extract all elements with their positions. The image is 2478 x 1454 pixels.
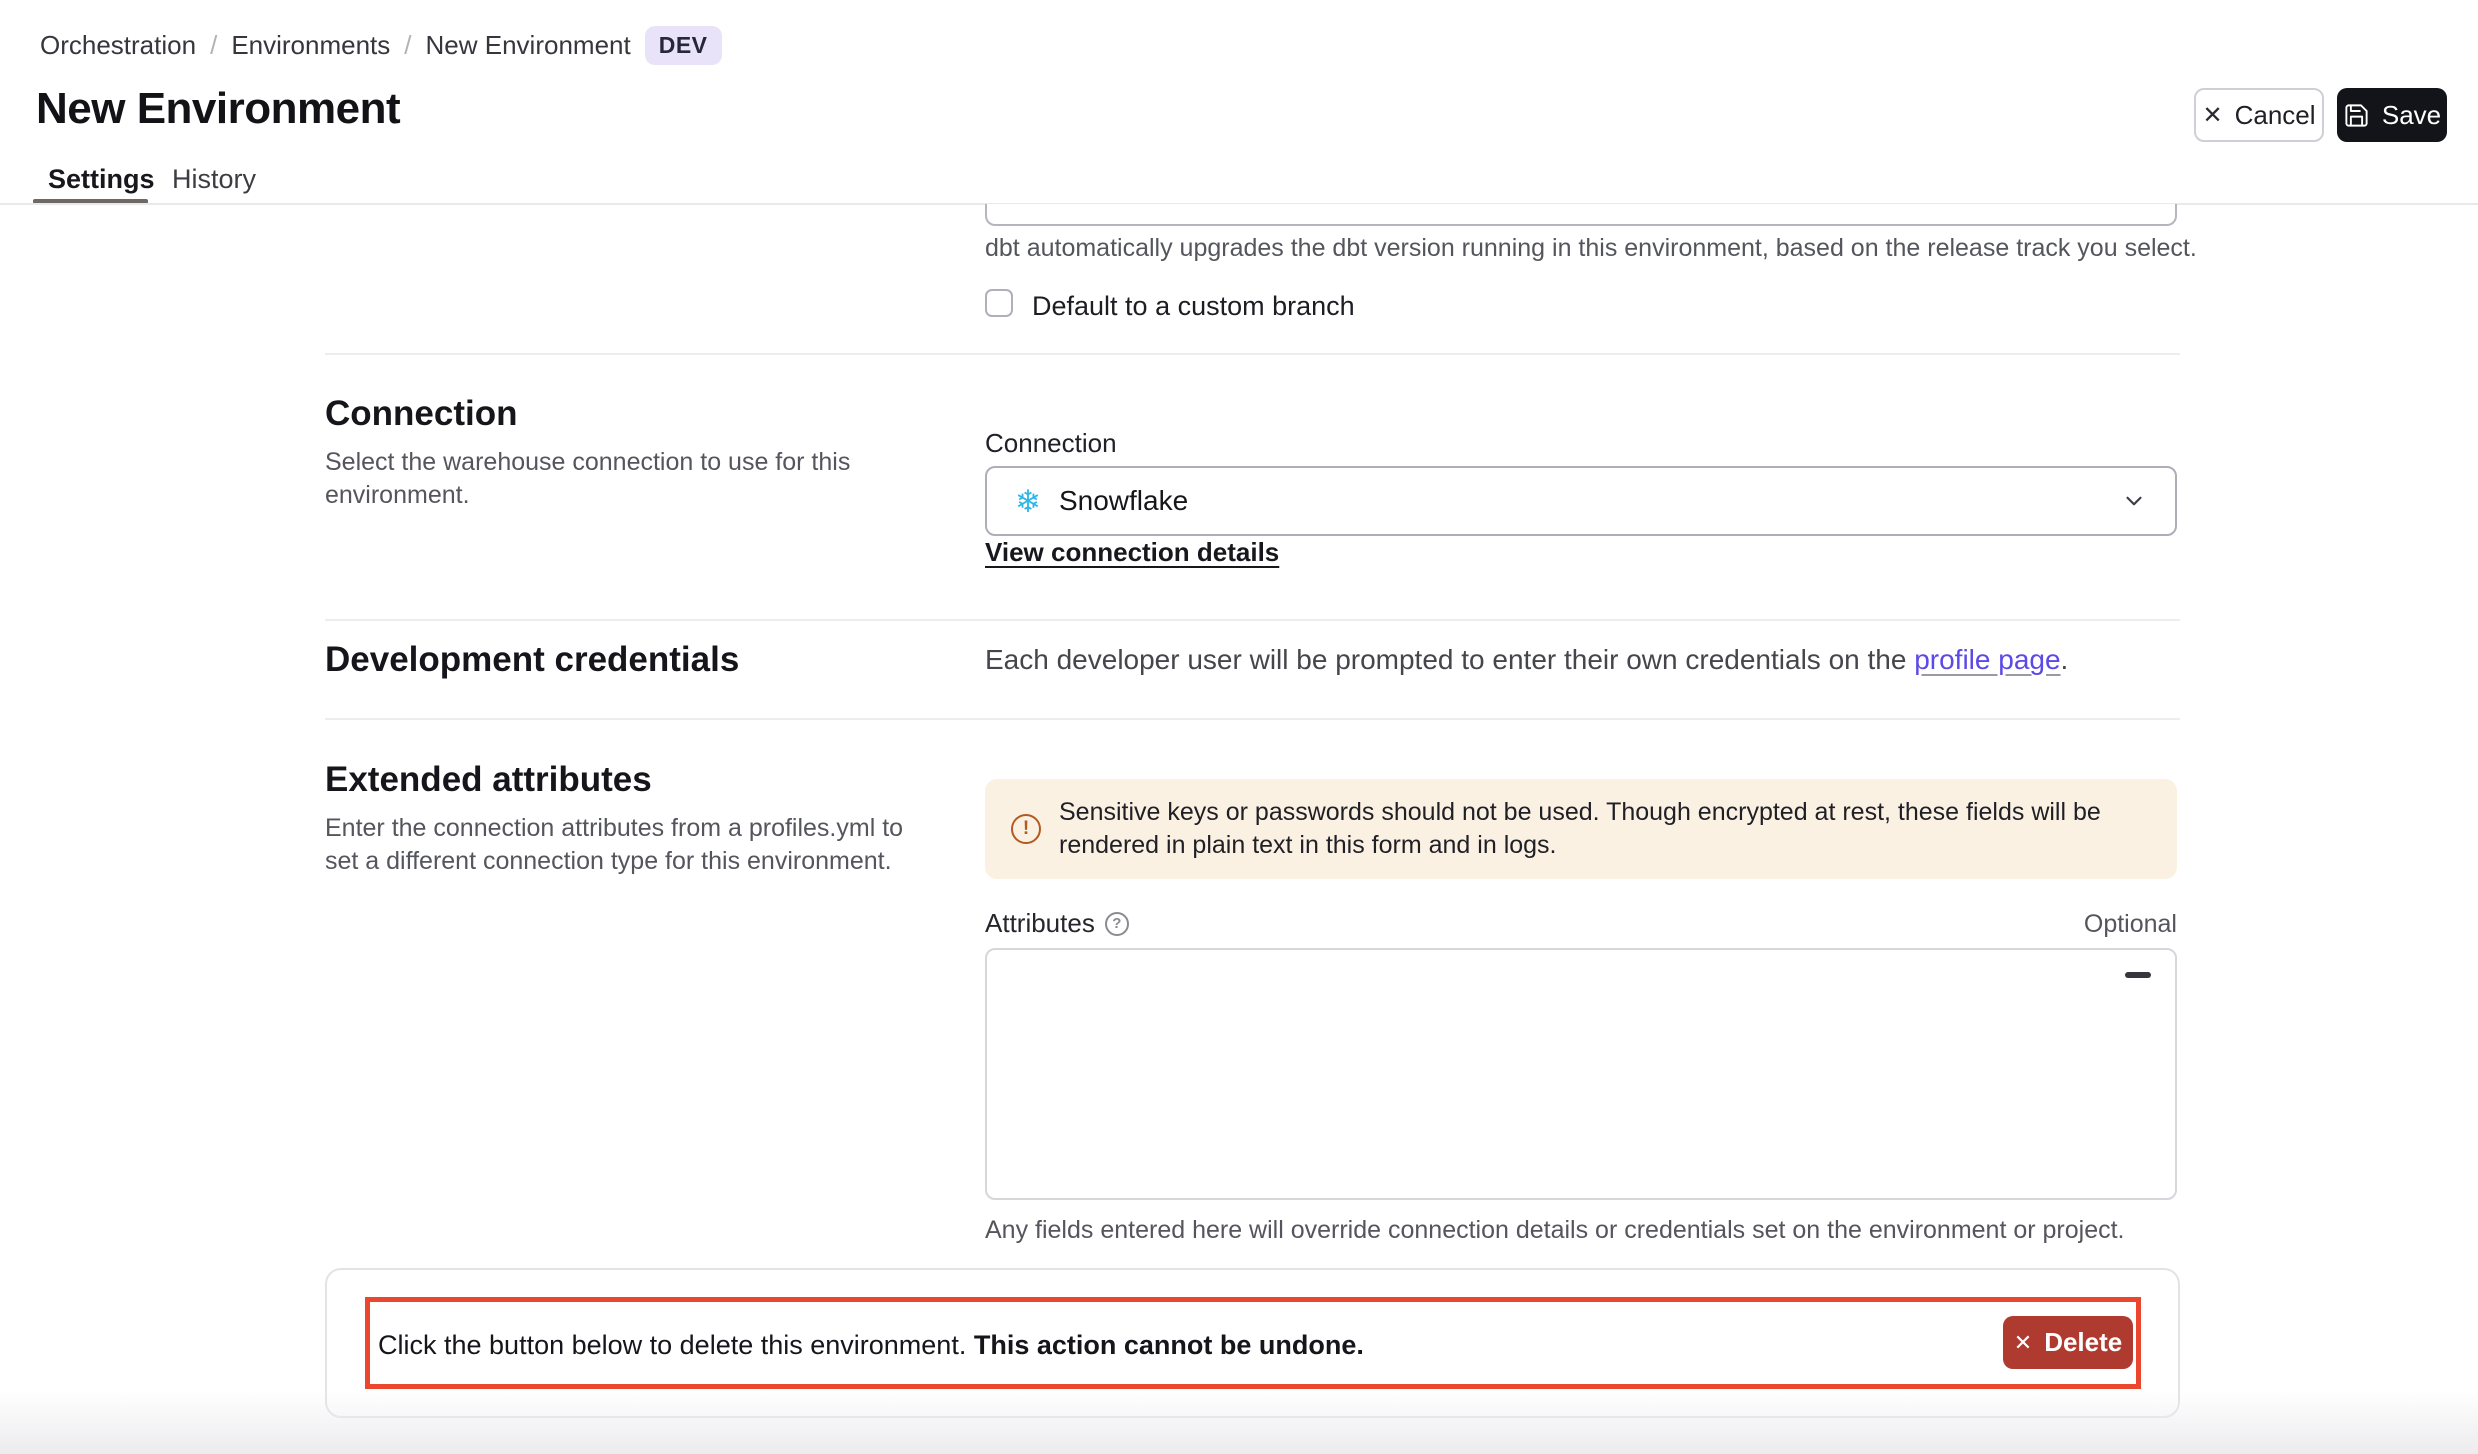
environment-type-badge: DEV — [645, 26, 722, 65]
cancel-button-label: Cancel — [2235, 100, 2316, 131]
breadcrumb-separator: / — [404, 30, 411, 61]
section-divider — [325, 353, 2180, 355]
devcred-text-before: Each developer user will be prompted to … — [985, 644, 1914, 675]
breadcrumb-environments[interactable]: Environments — [231, 30, 390, 61]
breadcrumb: Orchestration / Environments / New Envir… — [40, 26, 722, 65]
connection-select-value: Snowflake — [1059, 485, 2103, 517]
connection-select[interactable]: ❄ Snowflake — [985, 466, 2177, 536]
development-credentials-heading: Development credentials — [325, 640, 739, 680]
tab-settings[interactable]: Settings — [48, 164, 155, 195]
save-icon — [2343, 102, 2370, 129]
help-icon[interactable]: ? — [1105, 912, 1129, 936]
sensitive-keys-warning: ! Sensitive keys or passwords should not… — [985, 779, 2177, 879]
save-button-label: Save — [2382, 100, 2441, 131]
section-divider — [325, 619, 2180, 621]
development-credentials-text: Each developer user will be prompted to … — [985, 644, 2068, 676]
release-track-input-partial[interactable] — [985, 204, 2177, 226]
attributes-label-text: Attributes — [985, 908, 1095, 939]
cancel-button[interactable]: ✕ Cancel — [2194, 88, 2324, 142]
connection-heading: Connection — [325, 394, 517, 434]
breadcrumb-new-environment: New Environment — [426, 30, 631, 61]
alert-circle-icon: ! — [1011, 814, 1041, 844]
snowflake-icon: ❄ — [1015, 486, 1041, 517]
delete-button-label: Delete — [2044, 1327, 2122, 1358]
delete-environment-text: Click the button below to delete this en… — [378, 1330, 1364, 1361]
close-icon: ✕ — [2202, 101, 2222, 130]
connection-description: Select the warehouse connection to use f… — [325, 446, 965, 512]
custom-branch-checkbox[interactable] — [985, 289, 1013, 317]
profile-page-link[interactable]: profile page — [1914, 644, 2060, 675]
close-icon: ✕ — [2014, 1330, 2032, 1356]
tab-history[interactable]: History — [172, 164, 256, 195]
save-button[interactable]: Save — [2337, 88, 2447, 142]
environment-settings-page: Orchestration / Environments / New Envir… — [0, 0, 2478, 1454]
delete-button[interactable]: ✕ Delete — [2003, 1316, 2133, 1369]
chevron-down-icon — [2121, 488, 2147, 514]
view-connection-details-link[interactable]: View connection details — [985, 537, 1279, 568]
section-divider — [325, 718, 2180, 720]
optional-badge: Optional — [2084, 910, 2177, 939]
connection-field-label: Connection — [985, 428, 1117, 459]
delete-text-bold: This action cannot be undone. — [974, 1330, 1364, 1360]
page-title: New Environment — [36, 84, 400, 134]
attributes-textarea[interactable] — [985, 948, 2177, 1200]
attributes-field-label: Attributes ? — [985, 908, 1129, 939]
warning-text: Sensitive keys or passwords should not b… — [1059, 796, 2153, 862]
release-track-helper: dbt automatically upgrades the dbt versi… — [985, 234, 2197, 263]
delete-text-normal: Click the button below to delete this en… — [378, 1330, 974, 1360]
breadcrumb-separator: / — [210, 30, 217, 61]
devcred-text-after: . — [2061, 644, 2069, 675]
attributes-helper: Any fields entered here will override co… — [985, 1216, 2125, 1245]
extended-attributes-heading: Extended attributes — [325, 760, 652, 800]
breadcrumb-orchestration[interactable]: Orchestration — [40, 30, 196, 61]
custom-branch-label: Default to a custom branch — [1032, 291, 1355, 322]
extended-attributes-description: Enter the connection attributes from a p… — [325, 812, 925, 878]
collapse-handle-icon[interactable] — [2125, 972, 2151, 978]
